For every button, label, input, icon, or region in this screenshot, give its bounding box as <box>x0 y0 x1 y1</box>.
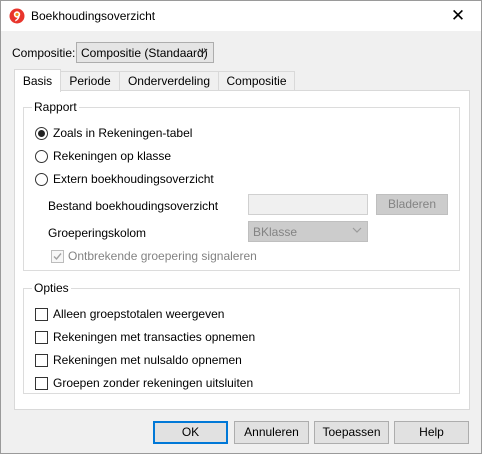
group-column-value: BKlasse <box>253 225 298 239</box>
radio-label-zoals[interactable]: Zoals in Rekeningen-tabel <box>53 126 192 140</box>
file-input[interactable] <box>248 194 368 215</box>
options-group-title: Opties <box>32 281 71 295</box>
dialog-window: Boekhoudingsoverzicht ✕ Compositie: Comp… <box>0 0 482 454</box>
radio-label-klasse[interactable]: Rekeningen op klasse <box>53 149 171 163</box>
checkbox-label-transacties[interactable]: Rekeningen met transacties opnemen <box>53 330 255 344</box>
checkbox-label-groepen-uitsluiten[interactable]: Groepen zonder rekeningen uitsluiten <box>53 376 253 390</box>
checkbox-groepstotalen[interactable] <box>35 308 48 321</box>
close-button[interactable]: ✕ <box>435 1 481 31</box>
checkbox-label-groepstotalen[interactable]: Alleen groepstotalen weergeven <box>53 307 224 321</box>
file-label: Bestand boekhoudingsoverzicht <box>48 199 219 213</box>
tab-compositie[interactable]: Compositie <box>218 71 295 90</box>
report-group-title: Rapport <box>32 100 79 114</box>
composition-dropdown[interactable]: Compositie (Standaard) <box>76 42 214 63</box>
radio-label-extern[interactable]: Extern boekhoudingsoverzicht <box>53 172 214 186</box>
signal-missing-label[interactable]: Ontbrekende groepering signaleren <box>68 249 257 263</box>
radio-selected-dot <box>38 130 45 137</box>
tab-onderverdeling[interactable]: Onderverdeling <box>119 71 219 90</box>
apply-button[interactable]: Toepassen <box>314 421 389 444</box>
window-title: Boekhoudingsoverzicht <box>31 9 156 23</box>
group-column-label: Groeperingskolom <box>48 226 147 240</box>
radio-zoals-in-rekeningen-tabel[interactable] <box>35 127 48 140</box>
cancel-button[interactable]: Annuleren <box>234 421 309 444</box>
tab-panel-basis: Rapport Zoals in Rekeningen-tabel Rekeni… <box>14 90 470 410</box>
title-bar[interactable]: Boekhoudingsoverzicht ✕ <box>1 1 481 31</box>
group-column-dropdown[interactable]: BKlasse <box>248 221 368 242</box>
checkmark-icon <box>53 253 62 261</box>
tab-periode[interactable]: Periode <box>60 71 120 90</box>
tab-basis[interactable]: Basis <box>14 69 61 92</box>
radio-extern-boekhoudingsoverzicht[interactable] <box>35 173 48 186</box>
report-group: Rapport Zoals in Rekeningen-tabel Rekeni… <box>23 100 460 271</box>
radio-rekeningen-op-klasse[interactable] <box>35 150 48 163</box>
close-icon: ✕ <box>450 6 466 25</box>
chevron-down-icon <box>352 227 362 233</box>
composition-value: Compositie (Standaard) <box>81 46 208 60</box>
banana-app-icon <box>9 8 25 24</box>
signal-missing-checkbox[interactable] <box>51 250 64 263</box>
options-group: Opties Alleen groepstotalen weergeven Re… <box>23 281 460 394</box>
checkbox-label-nulsaldo[interactable]: Rekeningen met nulsaldo opnemen <box>53 353 242 367</box>
help-button[interactable]: Help <box>394 421 469 444</box>
composition-label: Compositie: <box>12 46 76 60</box>
checkbox-nulsaldo[interactable] <box>35 354 48 367</box>
chevron-down-icon <box>198 48 208 54</box>
checkbox-transacties[interactable] <box>35 331 48 344</box>
ok-button[interactable]: OK <box>153 421 228 444</box>
browse-button[interactable]: Bladeren <box>376 194 448 215</box>
checkbox-groepen-uitsluiten[interactable] <box>35 377 48 390</box>
